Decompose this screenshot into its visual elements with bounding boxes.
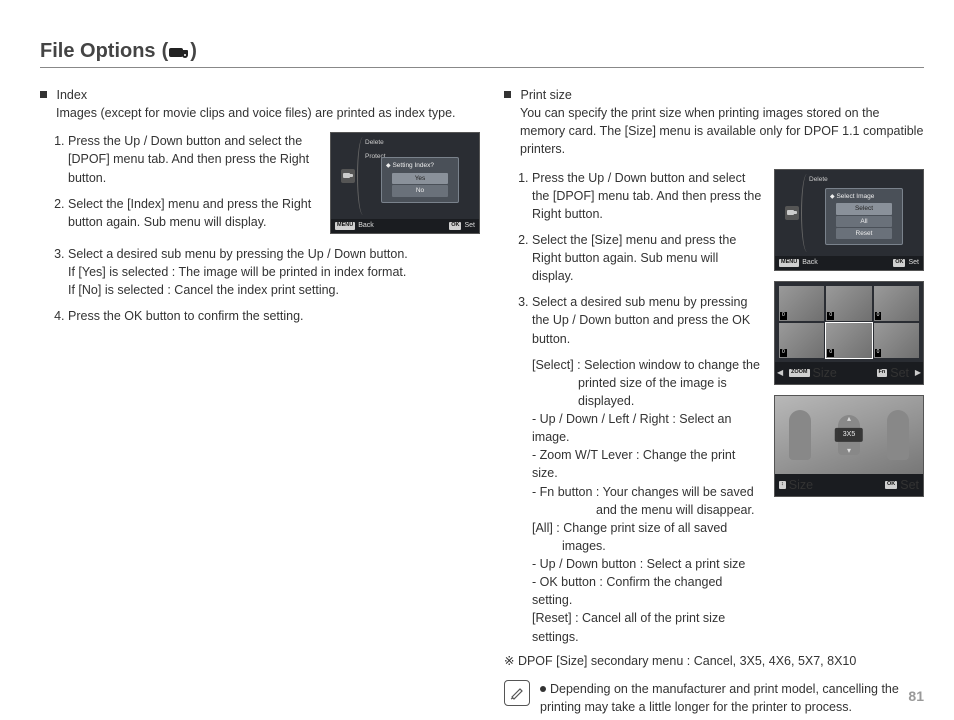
key-menu: MENU — [335, 222, 355, 230]
footer-set: Set — [908, 258, 919, 268]
chevron-down-icon: ▾ — [847, 445, 851, 457]
sub-b1: - Up / Down / Left / Right : Select an i… — [532, 410, 762, 446]
popup-title: Setting Index? — [392, 162, 434, 169]
key-menu: MENU — [779, 259, 799, 267]
page-number: 81 — [908, 688, 924, 704]
sub-all: [All] : Change print size of all saved i… — [532, 519, 762, 555]
sub-b3: - Fn button : Your changes will be saved… — [532, 483, 762, 519]
footer-back: Back — [358, 221, 374, 231]
key-ok: OK — [893, 259, 905, 267]
page-title: File Options ( ) — [40, 40, 924, 68]
note-icon — [504, 680, 530, 706]
file-options-icon — [168, 45, 190, 59]
sub-b2: - Zoom W/T Lever : Change the print size… — [532, 446, 762, 482]
key-ok: OK — [885, 481, 897, 489]
screen-menu-delete: Delete — [365, 138, 386, 147]
thumb-cell[interactable]: 0 — [779, 323, 824, 358]
footer-back: Back — [802, 258, 818, 268]
size-overlay: 3X5 — [835, 428, 863, 442]
key-fn: Fn — [877, 369, 888, 377]
left-column: Index Images (except for movie clips and… — [40, 86, 480, 716]
right-step-1: Press the Up / Down button and select th… — [532, 169, 762, 223]
left-step-3: Select a desired sub menu by pressing th… — [68, 245, 480, 299]
popup-opt-yes[interactable]: Yes — [392, 173, 448, 184]
footer-set: Set — [900, 476, 919, 494]
left-step-4: Press the OK button to confirm the setti… — [68, 307, 480, 325]
left-heading: Index — [56, 88, 87, 102]
right-screen-select: Delete ◆ Select Image Select All Reset M… — [774, 169, 924, 271]
right-screen-thumbs: 0 0 0 0 0 0 ◀ ZOOMSize FnSet ▶ — [774, 281, 924, 385]
left-intro: Images (except for movie clips and voice… — [56, 104, 480, 122]
popup-select-image: ◆ Select Image Select All Reset — [825, 188, 903, 246]
right-step-2: Select the [Size] menu and press the Rig… — [532, 231, 762, 285]
title-text: File Options — [40, 40, 156, 63]
sub-select: [Select] : Selection window to change th… — [532, 356, 762, 410]
note-text: Depending on the manufacturer and print … — [540, 680, 924, 716]
screen-menu-delete: Delete — [809, 175, 828, 184]
thumb-cell-selected[interactable]: 0 — [826, 323, 871, 358]
popup-title: Select Image — [836, 193, 874, 200]
thumb-cell[interactable]: 0 — [779, 286, 824, 321]
thumb-cell[interactable]: 0 — [874, 286, 919, 321]
tip-text: Depending on the manufacturer and print … — [540, 682, 899, 714]
right-column: Print size You can specify the print siz… — [504, 86, 924, 716]
right-screen-preview: ▴ 3X5 ▾ ↕Size OKSet — [774, 395, 924, 497]
footer-set: Set — [464, 221, 475, 231]
right-step-3: Select a desired sub menu by pressing th… — [532, 293, 762, 347]
right-heading: Print size — [520, 88, 571, 102]
title-icon-group: ( ) — [162, 40, 197, 63]
sub-b4: - Up / Down button : Select a print size — [532, 555, 762, 573]
left-screen: Delete Protect ◆ Setting Index? Yes No M… — [330, 132, 480, 234]
popup-opt-no[interactable]: No — [392, 185, 448, 196]
left-step-2: Select the [Index] menu and press the Ri… — [68, 195, 318, 231]
sub-b5: - OK button : Confirm the changed settin… — [532, 573, 762, 609]
mode-icon — [785, 206, 799, 220]
popup-opt-select[interactable]: Select — [836, 203, 892, 214]
popup-opt-all[interactable]: All — [836, 216, 892, 227]
bullet-dot-icon — [540, 686, 546, 692]
mode-icon — [341, 169, 355, 183]
dpof-secondary-menu: ※ DPOF [Size] secondary menu : Cancel, 3… — [504, 652, 924, 670]
right-intro: You can specify the print size when prin… — [520, 104, 924, 158]
key-zoom: ZOOM — [789, 369, 810, 377]
popup-opt-reset[interactable]: Reset — [836, 228, 892, 239]
footer-set: Set — [890, 364, 909, 382]
footer-size: Size — [813, 364, 837, 382]
bullet-square-icon — [40, 91, 47, 98]
key-updown: ↕ — [779, 481, 786, 489]
popup-setting-index: ◆ Setting Index? Yes No — [381, 157, 459, 203]
left-step-1: Press the Up / Down button and select th… — [68, 132, 318, 186]
bullet-square-icon — [504, 91, 511, 98]
footer-size: Size — [789, 476, 813, 494]
thumb-cell[interactable]: 0 — [826, 286, 871, 321]
key-ok: OK — [449, 222, 461, 230]
sub-reset: [Reset] : Cancel all of the print size s… — [532, 609, 762, 645]
thumb-cell[interactable]: 0 — [874, 323, 919, 358]
chevron-up-icon: ▴ — [847, 413, 851, 425]
